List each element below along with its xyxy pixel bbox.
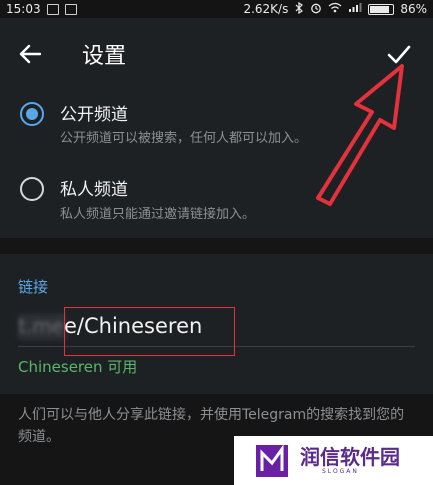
signal-icon (348, 2, 362, 16)
watermark-name: 润信软件园 (300, 445, 400, 469)
private-channel-description: 私人频道只能通过邀请链接加入。 (60, 207, 256, 222)
alarm-icon (310, 2, 322, 17)
channel-type-section: 公开频道 公开频道可以被搜索，任何人都可以加入。 私人频道 私人频道只能通过邀请… (0, 90, 433, 238)
arrow-left-icon (19, 44, 41, 64)
annotation-highlight-box (64, 307, 235, 356)
availability-status: Chineseren 可用 (18, 358, 138, 376)
battery-percent: 86% (400, 2, 427, 16)
app-bar: 设置 (0, 18, 433, 90)
link-header: 链接 (18, 278, 49, 296)
watermark-logo-icon (256, 443, 288, 477)
radio-button-private[interactable] (20, 177, 44, 201)
radio-button-public[interactable] (20, 102, 44, 126)
watermark: 润信软件园 SLOGAN (234, 436, 433, 485)
network-speed: 2.62K/s (243, 2, 289, 16)
status-time: 15:03 (6, 2, 41, 16)
public-channel-description: 公开频道可以被搜索，任何人都可以加入。 (60, 131, 308, 146)
status-bar: 15:03 2.62K/s 86% (0, 0, 433, 18)
private-channel-option[interactable]: 私人频道 私人频道只能通过邀请链接加入。 (0, 170, 433, 230)
notification-icon (46, 3, 59, 15)
bluetooth-icon (294, 1, 304, 17)
done-button[interactable] (379, 34, 419, 74)
private-channel-label: 私人频道 (60, 180, 128, 200)
link-section: 链接 t.me e/Chineseren Chineseren 可用 (0, 254, 433, 394)
back-button[interactable] (0, 18, 60, 90)
wifi-icon (328, 2, 342, 16)
page-title: 设置 (82, 44, 127, 69)
section-divider (0, 238, 433, 254)
public-channel-option[interactable]: 公开频道 公开频道可以被搜索，任何人都可以加入。 (0, 94, 433, 154)
battery-icon (368, 3, 395, 15)
notification-icon (64, 3, 77, 15)
checkmark-icon (387, 45, 411, 64)
watermark-slogan: SLOGAN (322, 468, 359, 475)
public-channel-label: 公开频道 (60, 105, 128, 125)
link-prefix: t.me (18, 314, 66, 340)
